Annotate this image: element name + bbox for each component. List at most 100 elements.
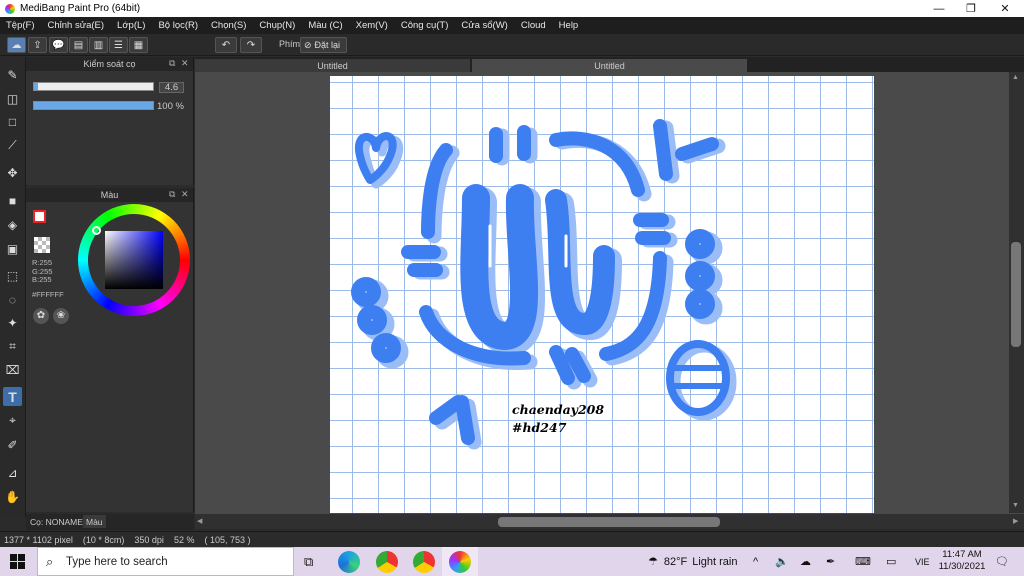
scroll-right-icon[interactable]: ▶ bbox=[1013, 517, 1018, 525]
clock-time: 11:47 AM bbox=[942, 549, 982, 560]
undo-icon[interactable]: ↶ bbox=[215, 37, 237, 53]
lasso-tool-icon[interactable]: ◌ bbox=[3, 290, 22, 309]
page-icon[interactable]: ▥ bbox=[89, 37, 108, 53]
reset-button[interactable]: ⊘ Đặt lại bbox=[300, 37, 347, 53]
scroll-left-icon[interactable]: ◀ bbox=[197, 517, 202, 525]
hand-tool-icon[interactable]: ✋ bbox=[3, 487, 22, 506]
foreground-color-swatch[interactable] bbox=[33, 210, 46, 223]
vertical-scroll-thumb[interactable] bbox=[1011, 242, 1021, 347]
gradient-tool-icon[interactable]: ▣ bbox=[3, 239, 22, 258]
document-tab-2[interactable]: Untitled bbox=[472, 59, 747, 72]
panel-close-icon[interactable]: ✕ bbox=[181, 189, 189, 200]
scroll-down-icon[interactable]: ▼ bbox=[1012, 502, 1019, 509]
select-eraser-tool-icon[interactable]: ⌧ bbox=[3, 360, 22, 379]
taskbar-search-box[interactable]: ⌕ Type here to search bbox=[37, 547, 294, 576]
zoom-level: 52 % bbox=[173, 534, 195, 545]
fill-rect-tool-icon[interactable]: ■ bbox=[3, 191, 22, 210]
vertical-scrollbar[interactable]: ▲ ▼ bbox=[1009, 72, 1024, 513]
menu-file[interactable]: Tệp(F) bbox=[6, 20, 35, 31]
redo-icon[interactable]: ↷ bbox=[240, 37, 262, 53]
medibang-icon[interactable] bbox=[449, 551, 471, 573]
task-view-icon[interactable]: ⧉ bbox=[304, 554, 313, 570]
chrome-icon[interactable] bbox=[413, 551, 435, 573]
brush-tab[interactable]: Cọ: NONAME bbox=[30, 517, 83, 527]
signature-text: chaenday208 #hd247 bbox=[512, 401, 604, 437]
menu-cloud[interactable]: Cloud bbox=[521, 20, 546, 31]
brush-size-value[interactable]: 4.6 bbox=[159, 82, 184, 93]
transparent-color-swatch[interactable] bbox=[34, 237, 50, 253]
show-hidden-icons[interactable]: ^ bbox=[753, 547, 758, 576]
eraser-tool-icon[interactable]: ◫ bbox=[3, 89, 22, 108]
windows-start-icon[interactable] bbox=[10, 554, 25, 569]
pen-icon[interactable]: ✒ bbox=[826, 547, 835, 576]
menu-filter[interactable]: Bộ lọc(R) bbox=[158, 20, 198, 31]
app-icon bbox=[5, 3, 15, 14]
line-tool-icon[interactable]: ⟋ bbox=[3, 136, 22, 155]
keyboard-icon[interactable]: ⌨ bbox=[855, 547, 871, 576]
select-pen-tool-icon[interactable]: ⌗ bbox=[3, 337, 22, 356]
weather-widget[interactable]: ☂ 82°F Light rain bbox=[648, 547, 738, 576]
menu-color[interactable]: Màu (C) bbox=[308, 20, 342, 31]
drawing-canvas[interactable]: chaenday208 #hd247 bbox=[330, 76, 874, 513]
text-tool-icon[interactable]: T bbox=[3, 387, 22, 406]
blur-tool-icon[interactable]: ✐ bbox=[3, 435, 22, 454]
close-button[interactable]: ✕ bbox=[988, 0, 1022, 17]
minimize-button[interactable]: — bbox=[922, 0, 956, 17]
undock-icon[interactable]: ⧉ bbox=[169, 58, 175, 69]
artwork bbox=[351, 119, 737, 450]
reset-icon: ⊘ bbox=[304, 39, 312, 50]
brush-size-slider[interactable] bbox=[33, 82, 154, 91]
menu-bar: Tệp(F) Chỉnh sửa(E) Lớp(L) Bộ lọc(R) Chọ… bbox=[0, 17, 1024, 34]
panel-close-icon[interactable]: ✕ bbox=[181, 58, 189, 69]
brush-tool-icon[interactable]: ✎ bbox=[3, 65, 22, 84]
maximize-button[interactable]: ❐ bbox=[954, 0, 988, 17]
color-tab[interactable]: Màu bbox=[83, 515, 106, 528]
display-icon[interactable]: ▭ bbox=[886, 547, 896, 576]
palette-icon[interactable]: ✿ bbox=[33, 308, 49, 324]
rectangle-tool-icon[interactable]: □ bbox=[3, 112, 22, 131]
magic-wand-tool-icon[interactable]: ✦ bbox=[3, 313, 22, 332]
palette-cloud-icon[interactable]: ❀ bbox=[53, 308, 69, 324]
clock-date: 11/30/2021 bbox=[938, 561, 986, 572]
menu-help[interactable]: Help bbox=[559, 20, 579, 31]
notification-icon[interactable]: 🗨 bbox=[995, 547, 1009, 576]
menu-window[interactable]: Cửa sổ(W) bbox=[461, 20, 507, 31]
hue-ring[interactable] bbox=[78, 204, 190, 316]
menu-view[interactable]: Xem(V) bbox=[356, 20, 388, 31]
undock-icon[interactable]: ⧉ bbox=[169, 189, 175, 200]
menu-tools[interactable]: Công cụ(T) bbox=[401, 20, 449, 31]
menu-select[interactable]: Chọn(S) bbox=[211, 20, 246, 31]
speaker-icon[interactable]: 🔈 bbox=[775, 547, 789, 576]
eyedropper-tool-icon[interactable]: ⊿ bbox=[3, 463, 22, 482]
share-icon[interactable]: ⇪ bbox=[28, 37, 47, 53]
horizontal-scrollbar[interactable]: ◀ ▶ bbox=[195, 514, 1024, 529]
move-tool-icon[interactable]: ✥ bbox=[3, 163, 22, 182]
menu-capture[interactable]: Chụp(N) bbox=[259, 20, 295, 31]
shortcut-label: Phím bbox=[279, 39, 301, 49]
input-language[interactable]: VIE bbox=[915, 547, 930, 576]
menu-layer[interactable]: Lớp(L) bbox=[117, 20, 145, 31]
color-panel: Màu ⧉ ✕ R:255 G:255 B:255 #FFFFFF ✿ ❀ bbox=[26, 188, 194, 530]
edge-icon[interactable] bbox=[338, 551, 360, 573]
system-clock[interactable]: 11:47 AM 11/30/2021 bbox=[938, 549, 986, 573]
hue-picker-handle[interactable] bbox=[92, 226, 101, 235]
brush-opacity-slider[interactable] bbox=[33, 101, 154, 110]
cloud-sync-icon[interactable]: ☁ bbox=[800, 547, 811, 576]
chat-icon[interactable]: ▤ bbox=[69, 37, 88, 53]
status-bar: 1377 * 1102 pixel (10 * 8cm) 350 dpi 52 … bbox=[0, 531, 1024, 547]
horizontal-scroll-thumb[interactable] bbox=[498, 517, 720, 527]
select-rect-tool-icon[interactable]: ⬚ bbox=[3, 266, 22, 285]
grid-icon[interactable]: ▦ bbox=[129, 37, 148, 53]
document-tab-1[interactable]: Untitled bbox=[195, 59, 470, 72]
list-icon[interactable]: ☰ bbox=[109, 37, 128, 53]
weather-text: Light rain bbox=[692, 555, 738, 568]
bucket-tool-icon[interactable]: ◈ bbox=[3, 215, 22, 234]
saturation-value-square[interactable] bbox=[105, 231, 163, 289]
comment-icon[interactable]: 💬 bbox=[49, 37, 68, 53]
scroll-up-icon[interactable]: ▲ bbox=[1012, 74, 1019, 81]
chrome-icon[interactable] bbox=[376, 551, 398, 573]
menu-edit[interactable]: Chỉnh sửa(E) bbox=[48, 20, 105, 31]
cloud-icon[interactable]: ☁ bbox=[7, 37, 26, 53]
operation-tool-icon[interactable]: ⌖ bbox=[3, 411, 22, 430]
reset-label: Đặt lại bbox=[314, 40, 341, 50]
